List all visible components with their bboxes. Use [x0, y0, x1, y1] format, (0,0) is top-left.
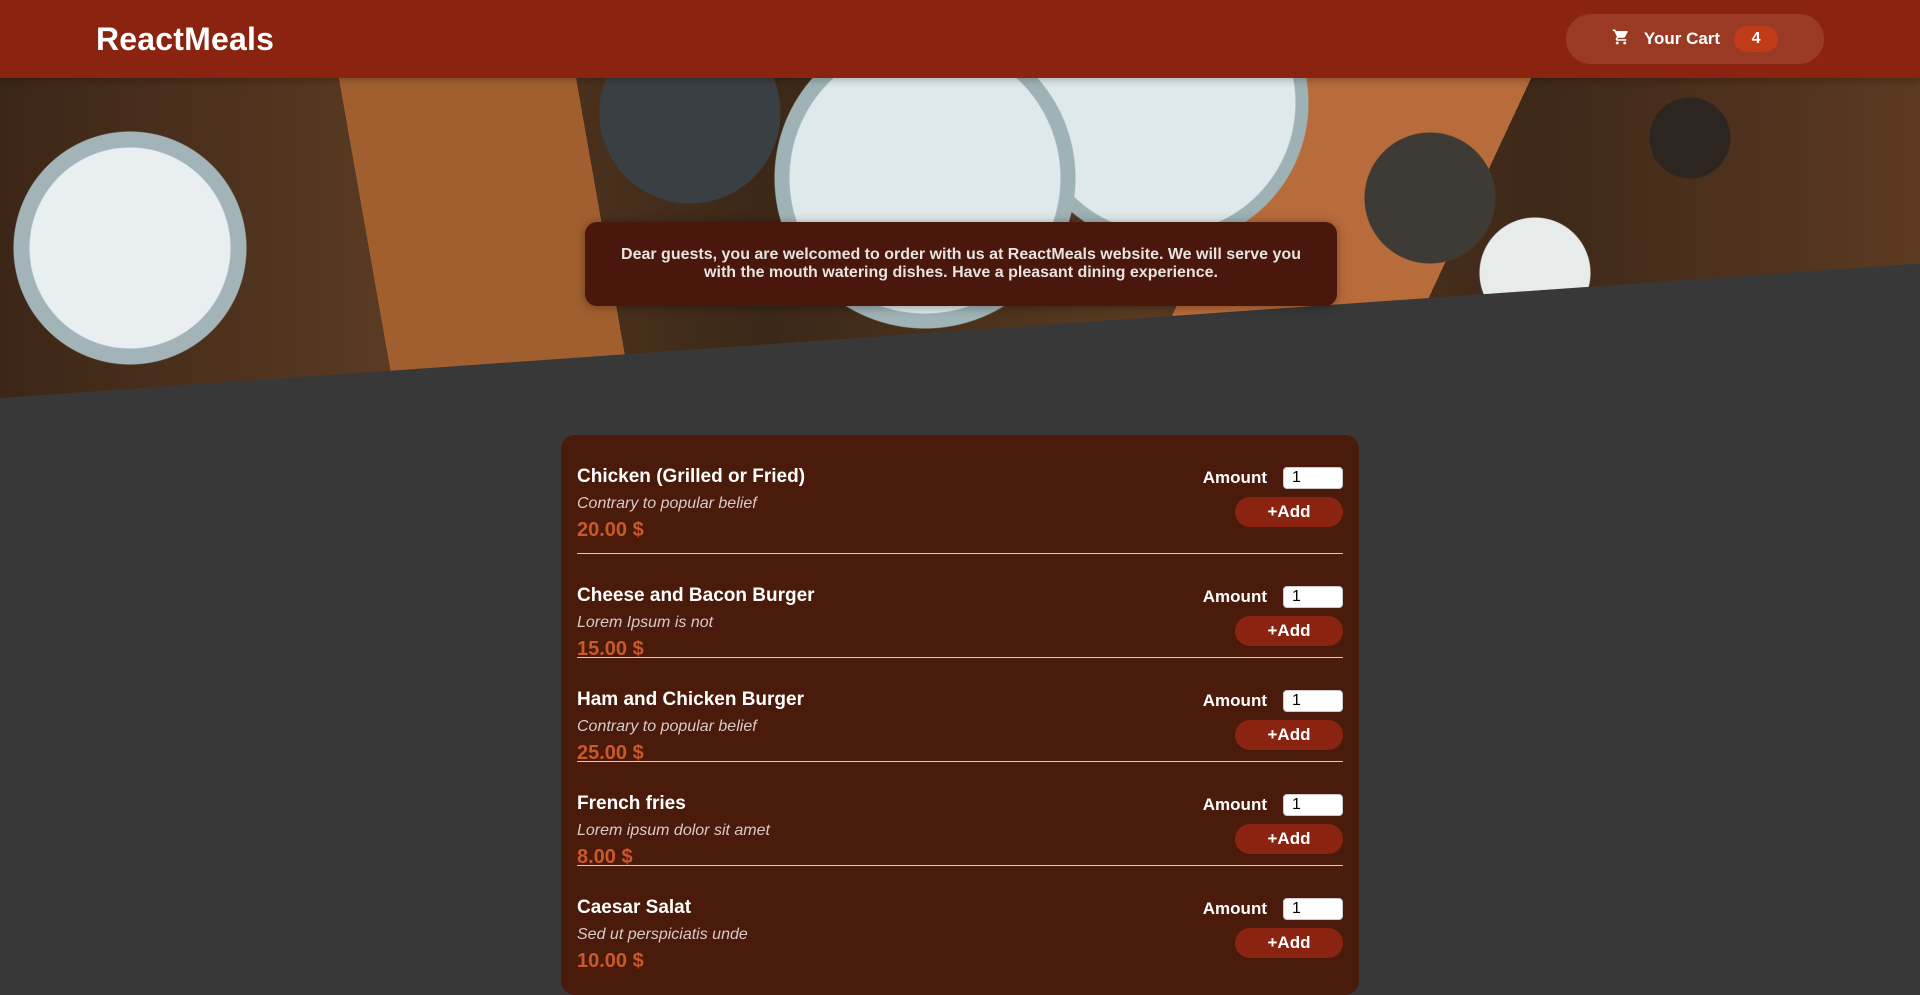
meal-item: Ham and Chicken Burger Contrary to popul…	[577, 658, 1343, 764]
meal-name: Cheese and Bacon Burger	[577, 585, 815, 606]
meal-add-form: Amount +Add	[1203, 467, 1343, 527]
amount-label: Amount	[1202, 795, 1267, 814]
amount-label: Amount	[1202, 899, 1267, 918]
cart-button[interactable]: Your Cart 4	[1566, 14, 1824, 64]
amount-label: Amount	[1202, 587, 1267, 606]
meal-name: French fries	[577, 793, 686, 814]
amount-input[interactable]	[1283, 898, 1343, 920]
add-button[interactable]: +Add	[1235, 928, 1343, 958]
meal-price: 25.00 $	[577, 742, 644, 764]
welcome-message: Dear guests, you are welcomed to order w…	[585, 222, 1337, 306]
meal-item: Chicken (Grilled or Fried) Contrary to p…	[577, 435, 1343, 554]
meals-list: Chicken (Grilled or Fried) Contrary to p…	[561, 435, 1359, 995]
meal-item: Caesar Salat Sed ut perspiciatis unde 10…	[577, 866, 1343, 972]
meal-add-form: Amount +Add	[1203, 586, 1343, 646]
meal-add-form: Amount +Add	[1203, 898, 1343, 958]
meal-description: Lorem ipsum dolor sit amet	[577, 822, 770, 839]
add-button[interactable]: +Add	[1235, 616, 1343, 646]
meal-item: French fries Lorem ipsum dolor sit amet …	[577, 762, 1343, 868]
meal-price: 10.00 $	[577, 950, 644, 972]
amount-input[interactable]	[1283, 467, 1343, 489]
brand-title: ReactMeals	[96, 20, 275, 57]
meal-item: Cheese and Bacon Burger Lorem Ipsum is n…	[577, 554, 1343, 660]
meal-description: Contrary to popular belief	[577, 718, 757, 735]
cart-label: Your Cart	[1643, 29, 1721, 48]
meal-add-form: Amount +Add	[1203, 690, 1343, 750]
meal-description: Lorem Ipsum is not	[577, 614, 714, 631]
add-button[interactable]: +Add	[1235, 497, 1343, 527]
meal-name: Chicken (Grilled or Fried)	[577, 466, 806, 487]
meal-name: Ham and Chicken Burger	[577, 689, 804, 710]
add-button[interactable]: +Add	[1235, 720, 1343, 750]
meal-price: 8.00 $	[577, 846, 633, 868]
amount-label: Amount	[1202, 691, 1267, 710]
amount-input[interactable]	[1283, 690, 1343, 712]
cart-icon	[1612, 28, 1630, 51]
meal-add-form: Amount +Add	[1203, 794, 1343, 854]
amount-input[interactable]	[1283, 794, 1343, 816]
app-header: ReactMeals Your Cart 4	[0, 0, 1920, 78]
amount-label: Amount	[1202, 468, 1267, 487]
meal-price: 20.00 $	[577, 519, 644, 541]
meal-price: 15.00 $	[577, 638, 644, 660]
meal-description: Contrary to popular belief	[577, 495, 757, 512]
meal-name: Caesar Salat	[577, 897, 692, 918]
add-button[interactable]: +Add	[1235, 824, 1343, 854]
cart-count-badge: 4	[1734, 26, 1779, 52]
meal-description: Sed ut perspiciatis unde	[577, 926, 748, 943]
amount-input[interactable]	[1283, 586, 1343, 608]
